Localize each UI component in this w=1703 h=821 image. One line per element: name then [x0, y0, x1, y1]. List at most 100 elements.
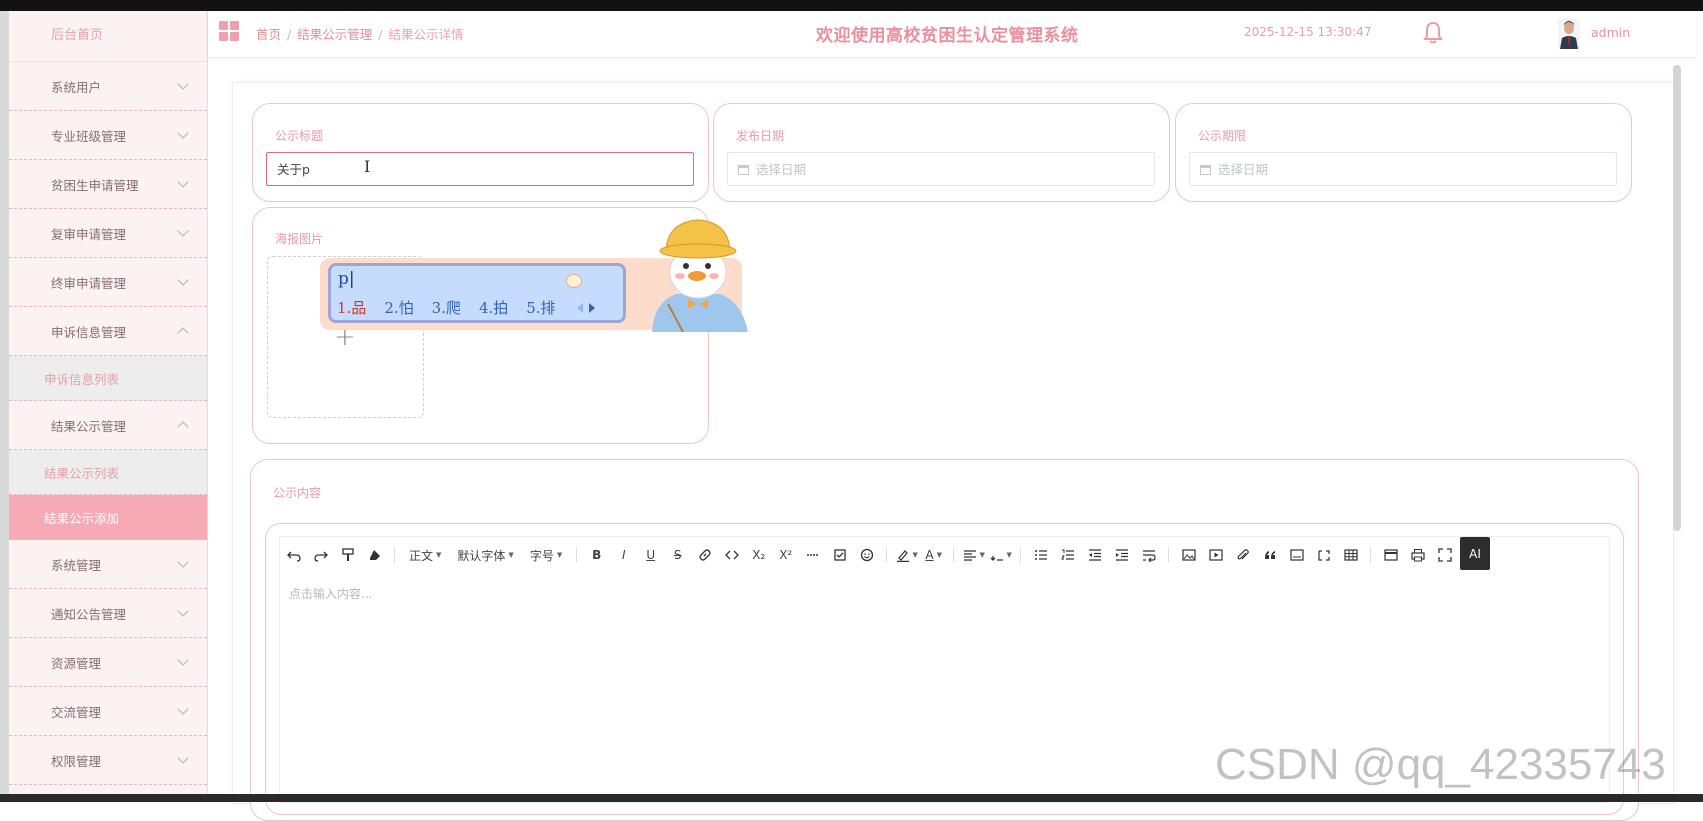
- subscript-icon[interactable]: X₂: [745, 541, 772, 569]
- calendar-icon: [1200, 164, 1211, 175]
- italic-icon[interactable]: I: [610, 541, 637, 569]
- sidebar-item-review-application[interactable]: 复审申请管理: [9, 209, 207, 258]
- sidebar-item-system-management[interactable]: 系统管理: [9, 540, 207, 589]
- bulleted-list-icon[interactable]: [1027, 541, 1054, 569]
- attachment-icon[interactable]: [1229, 541, 1256, 569]
- sidebar-item-notice[interactable]: 通知公告管理: [9, 589, 207, 638]
- code-icon[interactable]: [718, 541, 745, 569]
- sidebar-item-label: 贫困生申请管理: [51, 177, 139, 193]
- sidebar-item-label: 权限管理: [51, 753, 102, 769]
- toolbar-divider: [576, 547, 578, 563]
- sidebar-item-system-users[interactable]: 系统用户: [9, 62, 207, 111]
- align-icon[interactable]: ▼: [960, 541, 987, 569]
- sidebar-subitem-appeal-list[interactable]: 申诉信息列表: [9, 356, 207, 401]
- ai-button[interactable]: AI: [1460, 537, 1490, 570]
- sidebar-subitem-result-list[interactable]: 结果公示列表: [9, 450, 207, 495]
- breadcrumb-home[interactable]: 首页: [256, 27, 281, 42]
- emoji-icon[interactable]: [853, 541, 880, 569]
- fullscreen-icon[interactable]: [1431, 541, 1458, 569]
- sidebar-item-permissions[interactable]: 权限管理: [9, 736, 207, 785]
- chevron-down-icon: [177, 605, 189, 617]
- font-color-icon[interactable]: A ▼: [920, 541, 947, 569]
- indent-increase-icon[interactable]: [1108, 541, 1135, 569]
- ime-duck-mascot-icon: [652, 219, 748, 332]
- sidebar-item-label: 复审申请管理: [51, 226, 127, 242]
- ime-candidate[interactable]: 3.爬: [432, 299, 461, 317]
- line-height-icon[interactable]: ▼: [987, 541, 1014, 569]
- content-label: 公示内容: [273, 486, 322, 500]
- editor-toolbar: 正文 ▼ 默认字体 ▼ 字号 ▼ B I U S X₂ X² ▼ A ▼ ▼ ▼: [279, 536, 1610, 574]
- indent-decrease-icon[interactable]: [1081, 541, 1108, 569]
- title-input-value: 关于p: [277, 162, 310, 177]
- user-name[interactable]: admin: [1591, 25, 1630, 40]
- sidebar: 后台首页 系统用户 专业班级管理 贫困生申请管理 复审申请管理 终审申请管理 申…: [9, 11, 208, 794]
- toolbar-divider: [886, 547, 888, 563]
- editor-placeholder: 点击输入内容...: [289, 587, 373, 601]
- image-icon[interactable]: [1175, 541, 1202, 569]
- underline-icon[interactable]: U: [637, 541, 664, 569]
- sidebar-item-result-publicity[interactable]: 结果公示管理: [9, 401, 207, 450]
- chevron-down-icon: [177, 556, 189, 568]
- sidebar-item-appeal[interactable]: 申诉信息管理: [9, 307, 207, 356]
- ime-page-arrows-icon[interactable]: [574, 301, 600, 315]
- calendar-icon: [738, 164, 749, 175]
- sidebar-home-link[interactable]: 后台首页: [9, 11, 207, 62]
- print-icon[interactable]: [1404, 541, 1431, 569]
- breadcrumb-section[interactable]: 结果公示管理: [297, 27, 372, 42]
- font-size-dropdown[interactable]: 字号 ▼: [522, 541, 570, 569]
- title-field-label: 公示标题: [275, 129, 324, 143]
- bottom-frame-bar: [0, 794, 1703, 802]
- publish-date-picker[interactable]: 选择日期: [727, 152, 1155, 186]
- line-break-icon[interactable]: [1135, 541, 1162, 569]
- toolbar-divider: [1168, 547, 1170, 563]
- menu-toggle-icon[interactable]: [219, 21, 239, 41]
- toolbar-divider: [394, 547, 395, 563]
- breadcrumb-current: 结果公示详情: [388, 27, 464, 42]
- link-icon[interactable]: [691, 541, 718, 569]
- heading-dropdown[interactable]: 正文 ▼: [401, 541, 449, 569]
- strikethrough-icon[interactable]: S: [664, 541, 691, 569]
- sidebar-item-poverty-application[interactable]: 贫困生申请管理: [9, 160, 207, 209]
- divider-icon[interactable]: [799, 541, 826, 569]
- sidebar-item-communication[interactable]: 交流管理: [9, 687, 207, 736]
- undo-icon[interactable]: [280, 541, 307, 569]
- video-icon[interactable]: [1202, 541, 1229, 569]
- todo-icon[interactable]: [826, 541, 853, 569]
- ime-composition: p|: [338, 269, 355, 289]
- top-header: 首页 / 结果公示管理 / 结果公示详情 欢迎使用高校贫困生认定管理系统 2025-12…: [208, 11, 1696, 58]
- breadcrumb-separator: /: [378, 27, 383, 42]
- sidebar-item-resources[interactable]: 资源管理: [9, 638, 207, 687]
- page-scrollbar[interactable]: [1673, 65, 1681, 531]
- sidebar-item-final-application[interactable]: 终审申请管理: [9, 258, 207, 307]
- sidebar-subitem-result-add[interactable]: 结果公示添加: [9, 495, 207, 540]
- ime-candidate[interactable]: 2.怕: [384, 299, 413, 317]
- ime-candidate[interactable]: 5.排: [526, 299, 555, 317]
- ime-candidate[interactable]: 1.品: [337, 299, 366, 317]
- table-icon[interactable]: [1337, 541, 1364, 569]
- chevron-down-icon: [177, 654, 189, 666]
- container-icon[interactable]: [1310, 541, 1337, 569]
- template-icon[interactable]: [1377, 541, 1404, 569]
- avatar[interactable]: [1558, 19, 1580, 49]
- chevron-down-icon: [177, 176, 189, 188]
- clear-format-icon[interactable]: [361, 541, 388, 569]
- quote-icon[interactable]: [1256, 541, 1283, 569]
- ime-emoji-icon[interactable]: [566, 274, 582, 288]
- sidebar-item-label: 申诉信息管理: [51, 324, 127, 340]
- bold-icon[interactable]: B: [583, 541, 610, 569]
- code-block-icon[interactable]: [1283, 541, 1310, 569]
- deadline-picker[interactable]: 选择日期: [1189, 152, 1617, 186]
- chevron-up-icon: [177, 327, 189, 339]
- format-painter-icon[interactable]: [334, 541, 361, 569]
- numbered-list-icon[interactable]: [1054, 541, 1081, 569]
- chevron-down-icon: [177, 127, 189, 139]
- font-family-dropdown[interactable]: 默认字体 ▼: [449, 541, 521, 569]
- left-frame-bar: [0, 11, 9, 794]
- superscript-icon[interactable]: X²: [772, 541, 799, 569]
- highlight-icon[interactable]: ▼: [893, 541, 920, 569]
- title-input[interactable]: 关于p: [266, 152, 694, 186]
- sidebar-item-major-class[interactable]: 专业班级管理: [9, 111, 207, 160]
- redo-icon[interactable]: [307, 541, 334, 569]
- ime-candidate[interactable]: 4.拍: [479, 299, 508, 317]
- bell-icon[interactable]: [1422, 20, 1444, 46]
